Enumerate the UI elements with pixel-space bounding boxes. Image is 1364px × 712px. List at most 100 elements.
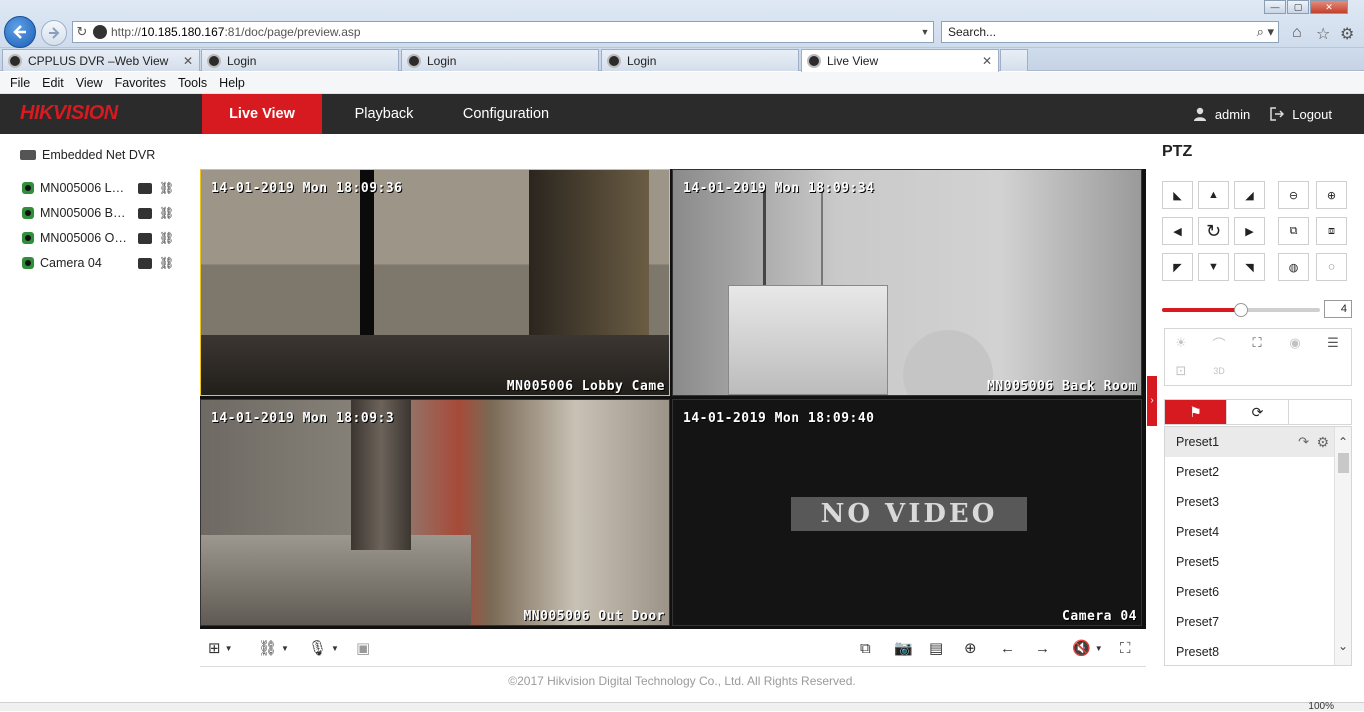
gear-icon[interactable]: ⚙ — [1316, 427, 1329, 457]
browser-tab-login-3[interactable]: Login — [601, 49, 799, 71]
menu-edit[interactable]: Edit — [36, 76, 70, 90]
ptz-tree-icon[interactable]: ⛓ — [159, 206, 174, 220]
record-icon[interactable] — [138, 232, 152, 244]
collapse-ptz-handle[interactable]: › — [1147, 376, 1157, 426]
record-icon[interactable] — [138, 257, 152, 269]
chevron-down-icon[interactable]: ⌄ — [1335, 639, 1351, 653]
logout-button[interactable]: Logout — [1270, 107, 1332, 122]
video-window-2[interactable]: 14-01-2019 Mon 18:09:34 MN005006 Back Ro… — [672, 169, 1142, 396]
ptz-speed-handle[interactable] — [1234, 303, 1248, 317]
preset-item[interactable]: Preset1 ↷ ⚙ — [1165, 427, 1335, 457]
menu-help[interactable]: Help — [213, 76, 251, 90]
maximize-button[interactable]: ▢ — [1287, 0, 1309, 14]
window-layout-button[interactable]: ⊞ ▼ — [208, 638, 233, 658]
ptz-right-button[interactable]: ▶ — [1234, 217, 1265, 245]
record-all-button[interactable]: ▤ — [929, 638, 943, 658]
ptz-down-left-button[interactable]: ◤ — [1162, 253, 1193, 281]
zoom-in-button[interactable]: ⊕ — [1316, 181, 1347, 209]
capture-button[interactable]: 📷 — [894, 638, 913, 658]
previous-page-button[interactable]: ← — [1000, 638, 1015, 658]
ptz-auto-button[interactable]: ↻ — [1198, 217, 1229, 245]
address-dropdown-icon[interactable]: ▼ — [917, 27, 933, 37]
ptz-up-button[interactable]: ▲ — [1198, 181, 1229, 209]
iris-open-button[interactable]: ◍ — [1278, 253, 1309, 281]
address-bar[interactable]: ↻ http://10.185.180.167:81/doc/page/prev… — [72, 21, 934, 43]
volume-button[interactable]: 🔇 ▼ — [1072, 638, 1103, 658]
next-page-button[interactable]: → — [1035, 638, 1050, 658]
preset-scrollbar[interactable]: ⌃ ⌄ — [1334, 427, 1351, 665]
ptz-speed-slider[interactable] — [1162, 303, 1320, 317]
preset-item[interactable]: Preset5 — [1165, 547, 1335, 577]
digital-zoom-button[interactable]: ⊕ — [964, 638, 977, 658]
menu-favorites[interactable]: Favorites — [109, 76, 172, 90]
call-preset-icon[interactable]: ↷ — [1298, 427, 1309, 457]
record-icon[interactable] — [138, 207, 152, 219]
gear-icon[interactable]: ⚙ — [1340, 24, 1354, 44]
search-input[interactable]: Search... ⌕ ▾ — [941, 21, 1279, 43]
minimize-button[interactable]: — — [1264, 0, 1286, 14]
fullscreen-button[interactable]: ⛶ — [1120, 638, 1131, 658]
two-way-audio-button[interactable]: 🎙 ▼ — [308, 638, 339, 658]
favorites-star-icon[interactable]: ☆ — [1316, 24, 1330, 44]
preset-item[interactable]: Preset7 — [1165, 607, 1335, 637]
3d-positioning-button[interactable]: 3D — [1209, 361, 1229, 381]
video-window-1[interactable]: 14-01-2019 Mon 18:09:36 MN005006 Lobby C… — [200, 169, 670, 396]
lens-init-button[interactable]: ◉ — [1285, 333, 1305, 353]
tab-live-view[interactable]: Live View — [202, 94, 322, 134]
menu-view[interactable]: View — [70, 76, 109, 90]
preset-item[interactable]: Preset8 — [1165, 637, 1335, 665]
back-button[interactable] — [4, 16, 36, 48]
focus-far-button[interactable]: ⧈ — [1316, 217, 1347, 245]
preset-item[interactable]: Preset4 — [1165, 517, 1335, 547]
auxiliary-focus-button[interactable]: ⛶ — [1247, 333, 1267, 353]
ptz-tree-icon[interactable]: ⛓ — [159, 181, 174, 195]
iris-close-button[interactable]: ◌ — [1316, 253, 1347, 281]
preset-item[interactable]: Preset3 — [1165, 487, 1335, 517]
new-tab-button[interactable] — [1000, 49, 1028, 71]
wiper-button[interactable]: ⌒ — [1209, 333, 1229, 353]
preset-item[interactable]: Preset6 — [1165, 577, 1335, 607]
light-button[interactable]: ☀ — [1171, 333, 1191, 353]
manual-tracking-button[interactable]: ⊡ — [1171, 361, 1191, 381]
forward-button[interactable] — [41, 20, 67, 46]
start-all-live-button[interactable]: ▣ — [356, 638, 370, 658]
ptz-left-button[interactable]: ◀ — [1162, 217, 1193, 245]
camera-item-back-room[interactable]: MN005006 Back Room ⛓ — [22, 204, 182, 222]
browser-tab-login-1[interactable]: Login — [201, 49, 399, 71]
focus-near-button[interactable]: ⧉ — [1278, 217, 1309, 245]
tab-playback[interactable]: Playback — [330, 94, 438, 134]
refresh-icon[interactable]: ↻ — [73, 24, 91, 40]
zoom-level[interactable]: 100% — [1308, 701, 1334, 712]
video-window-3[interactable]: 14-01-2019 Mon 18:09:3 MN005006 Out Door — [200, 399, 670, 626]
menu-tools[interactable]: Tools — [172, 76, 213, 90]
close-tab-icon[interactable]: ✕ — [183, 54, 193, 68]
camera-item-camera-04[interactable]: Camera 04 ⛓ — [22, 254, 182, 272]
device-tree-root[interactable]: Embedded Net DVR — [20, 148, 155, 162]
record-icon[interactable] — [138, 182, 152, 194]
tab-pattern[interactable] — [1289, 400, 1351, 424]
ptz-up-right-button[interactable]: ◢ — [1234, 181, 1265, 209]
preset-item[interactable]: Preset2 — [1165, 457, 1335, 487]
close-window-button[interactable]: ✕ — [1310, 0, 1348, 14]
ptz-tree-icon[interactable]: ⛓ — [159, 231, 174, 245]
browser-tab-login-2[interactable]: Login — [401, 49, 599, 71]
camera-item-out-door[interactable]: MN005006 Out Door ⛓ — [22, 229, 182, 247]
menu-icon[interactable]: ☰ — [1323, 333, 1343, 353]
user-menu[interactable]: admin — [1193, 107, 1250, 122]
menu-file[interactable]: File — [4, 76, 36, 90]
search-icon[interactable]: ⌕ ▾ — [1257, 24, 1274, 40]
zoom-out-button[interactable]: ⊖ — [1278, 181, 1309, 209]
scrollbar-thumb[interactable] — [1338, 453, 1349, 473]
stop-all-live-button[interactable]: ⧉ — [860, 638, 871, 658]
stream-type-button[interactable]: ⛓ ▼ — [258, 638, 289, 658]
tab-configuration[interactable]: Configuration — [446, 94, 566, 134]
ptz-tree-icon[interactable]: ⛓ — [159, 256, 174, 270]
browser-tab-live-view[interactable]: Live View ✕ — [801, 49, 999, 72]
ptz-down-button[interactable]: ▼ — [1198, 253, 1229, 281]
tab-patrol[interactable]: ⟳ — [1227, 400, 1289, 424]
camera-item-lobby[interactable]: MN005006 Lobby Camera ⛓ — [22, 179, 182, 197]
close-tab-icon[interactable]: ✕ — [982, 54, 992, 68]
tab-presets[interactable]: ⚑ — [1165, 400, 1227, 424]
ptz-up-left-button[interactable]: ◣ — [1162, 181, 1193, 209]
chevron-up-icon[interactable]: ⌃ — [1335, 435, 1351, 449]
